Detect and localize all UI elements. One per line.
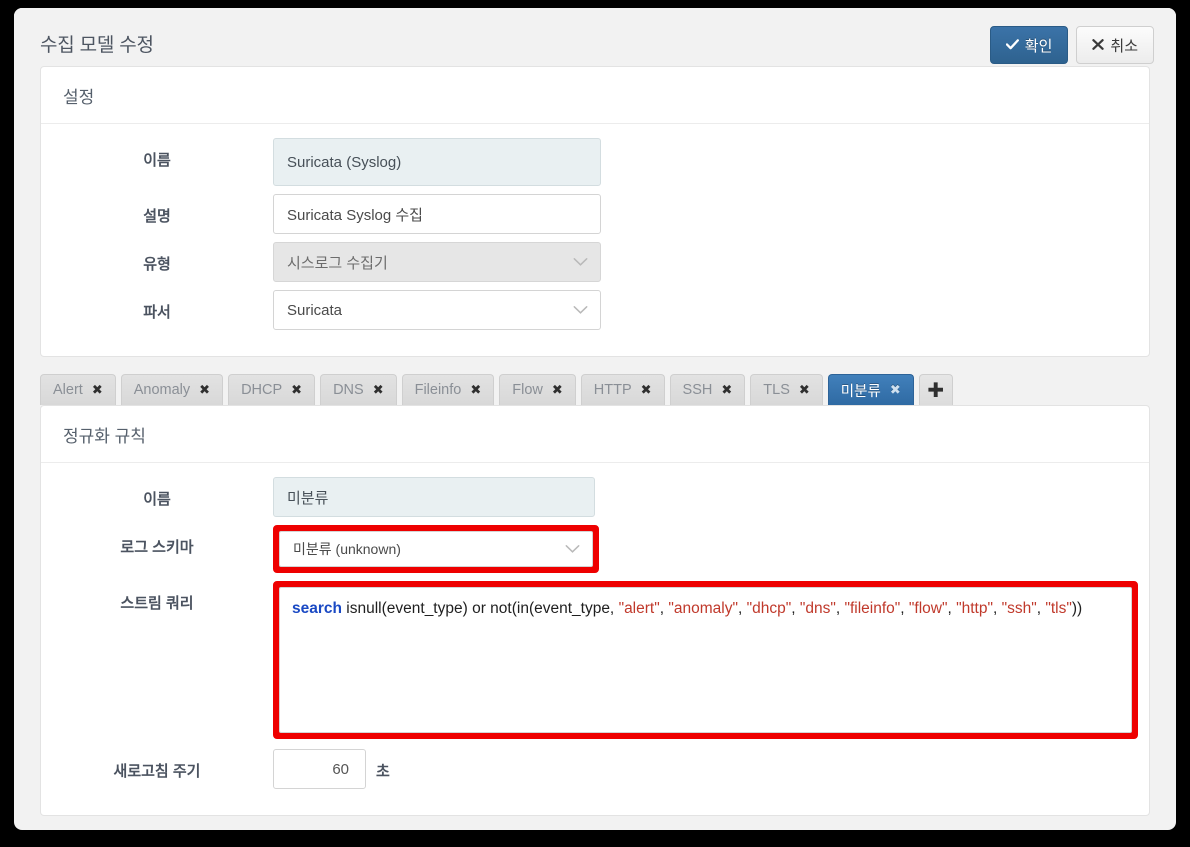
- description-label: 설명: [143, 208, 171, 225]
- tab-alert[interactable]: Alert ✖: [40, 374, 116, 405]
- description-input[interactable]: Suricata Syslog 수집: [273, 194, 601, 234]
- dialog-header-actions: 확인 취소: [989, 26, 1154, 64]
- parser-label: 파서: [143, 304, 171, 321]
- tab-close-icon[interactable]: ✖: [641, 382, 652, 398]
- settings-panel: 설정 이름 Suricata (Syslog) 설명 Suricata Sysl…: [40, 66, 1150, 357]
- dialog-header: 수집 모델 수정 확인 취소: [14, 8, 1176, 66]
- type-select[interactable]: 시스로그 수집기: [273, 242, 601, 282]
- tab-label: Anomaly: [133, 382, 191, 398]
- tab-http[interactable]: HTTP ✖: [580, 374, 665, 405]
- query-string-literal: "http": [956, 600, 993, 617]
- rules-panel-body: 이름 미분류 로그 스키마 미분류 (unknown) 스트림 쿼리 searc…: [41, 463, 1149, 815]
- tab-anomaly[interactable]: Anomaly ✖: [120, 374, 224, 405]
- query-string-literal: "tls": [1045, 600, 1072, 617]
- field-row-type: 유형 시스로그 수집기: [41, 242, 1149, 282]
- cancel-button[interactable]: 취소: [1076, 26, 1154, 64]
- tab-label: HTTP: [593, 382, 632, 398]
- query-string-literal: "dhcp": [746, 600, 792, 617]
- stream-query-editor[interactable]: search isnull(event_type) or not(in(even…: [279, 587, 1132, 733]
- tab-close-icon[interactable]: ✖: [373, 382, 384, 398]
- times-icon: [1092, 38, 1105, 52]
- query-string-literal: "ssh": [1001, 600, 1037, 617]
- query-string-literal: "anomaly": [668, 600, 738, 617]
- tab-tls[interactable]: TLS ✖: [750, 374, 823, 405]
- query-string-literal: "fileinfo": [844, 600, 901, 617]
- tab-close-icon[interactable]: ✖: [890, 382, 901, 398]
- tab-close-icon[interactable]: ✖: [470, 382, 481, 398]
- parser-select-wrap: Suricata: [273, 290, 601, 330]
- tab-close-icon[interactable]: ✖: [799, 382, 810, 398]
- parser-select[interactable]: Suricata: [273, 290, 601, 330]
- tab-label: TLS: [763, 382, 790, 398]
- name-label: 이름: [143, 152, 171, 169]
- stream-query-highlight: search isnull(event_type) or not(in(even…: [273, 581, 1138, 739]
- query-string-literal: "dns": [799, 600, 836, 617]
- log-schema-label: 로그 스키마: [120, 539, 194, 556]
- rule-name-label: 이름: [143, 491, 171, 508]
- tab-label: DHCP: [241, 382, 283, 398]
- type-label: 유형: [143, 256, 171, 273]
- field-row-refresh-interval: 새로고침 주기 60 초: [41, 749, 1149, 789]
- log-schema-select[interactable]: 미분류 (unknown): [279, 531, 593, 567]
- rule-tabs: Alert ✖ Anomaly ✖ DHCP ✖ DNS ✖ Fileinfo ✖ Flow ✖ HTT…: [40, 371, 1150, 405]
- tab-flow[interactable]: Flow ✖: [499, 374, 576, 405]
- field-row-name: 이름 Suricata (Syslog): [41, 138, 1149, 186]
- tab-label: 미분류: [840, 383, 881, 400]
- name-input[interactable]: Suricata (Syslog): [273, 138, 601, 186]
- stream-query-label: 스트림 쿼리: [120, 595, 194, 612]
- refresh-interval-input[interactable]: 60: [273, 749, 366, 789]
- add-tab-button[interactable]: ✚: [918, 374, 953, 405]
- check-icon: [1005, 38, 1019, 52]
- settings-panel-heading: 설정: [41, 67, 1149, 124]
- log-schema-highlight: 미분류 (unknown): [273, 525, 599, 573]
- tab-dhcp[interactable]: DHCP ✖: [228, 374, 316, 405]
- tab-ssh[interactable]: SSH ✖: [669, 374, 746, 405]
- tab-close-icon[interactable]: ✖: [291, 382, 302, 398]
- field-row-description: 설명 Suricata Syslog 수집: [41, 194, 1149, 234]
- confirm-button[interactable]: 확인: [989, 26, 1069, 64]
- field-row-stream-query: 스트림 쿼리 search isnull(event_type) or not(…: [41, 581, 1149, 739]
- tab-close-icon[interactable]: ✖: [552, 382, 563, 398]
- field-row-log-schema: 로그 스키마 미분류 (unknown): [41, 525, 1149, 573]
- refresh-interval-label: 새로고침 주기: [113, 763, 201, 780]
- settings-panel-body: 이름 Suricata (Syslog) 설명 Suricata Syslog …: [41, 124, 1149, 356]
- normalization-rules-panel: 정규화 규칙 이름 미분류 로그 스키마 미분류 (unknown) 스트림 쿼…: [40, 405, 1150, 816]
- tab-close-icon[interactable]: ✖: [199, 382, 210, 398]
- type-select-wrap: 시스로그 수집기: [273, 242, 601, 282]
- tab-fileinfo[interactable]: Fileinfo ✖: [401, 374, 495, 405]
- tab-close-icon[interactable]: ✖: [721, 382, 732, 398]
- tab-label: Alert: [53, 382, 83, 398]
- query-keyword: search: [292, 600, 342, 617]
- rules-panel-heading: 정규화 규칙: [41, 406, 1149, 463]
- tab-label: SSH: [682, 382, 713, 398]
- query-string-literal: "flow": [908, 600, 948, 617]
- dialog-title: 수집 모델 수정: [40, 35, 154, 56]
- tab-미분류[interactable]: 미분류 ✖: [827, 374, 914, 405]
- confirm-button-label: 확인: [1024, 37, 1053, 55]
- tab-label: DNS: [333, 382, 364, 398]
- edit-collection-model-dialog: 수집 모델 수정 확인 취소 설정 이름 Suricata (Syslog) 설…: [14, 8, 1176, 830]
- tab-close-icon[interactable]: ✖: [92, 382, 103, 398]
- rule-name-input[interactable]: 미분류: [273, 477, 595, 517]
- field-row-parser: 파서 Suricata: [41, 290, 1149, 330]
- log-schema-select-wrap: 미분류 (unknown): [279, 531, 593, 567]
- refresh-interval-unit: 초: [376, 763, 390, 780]
- field-row-rule-name: 이름 미분류: [41, 477, 1149, 517]
- query-string-literal: "alert": [618, 600, 660, 617]
- tab-dns[interactable]: DNS ✖: [320, 374, 397, 405]
- tab-label: Fileinfo: [414, 382, 462, 398]
- cancel-button-label: 취소: [1110, 37, 1138, 55]
- tab-label: Flow: [512, 382, 543, 398]
